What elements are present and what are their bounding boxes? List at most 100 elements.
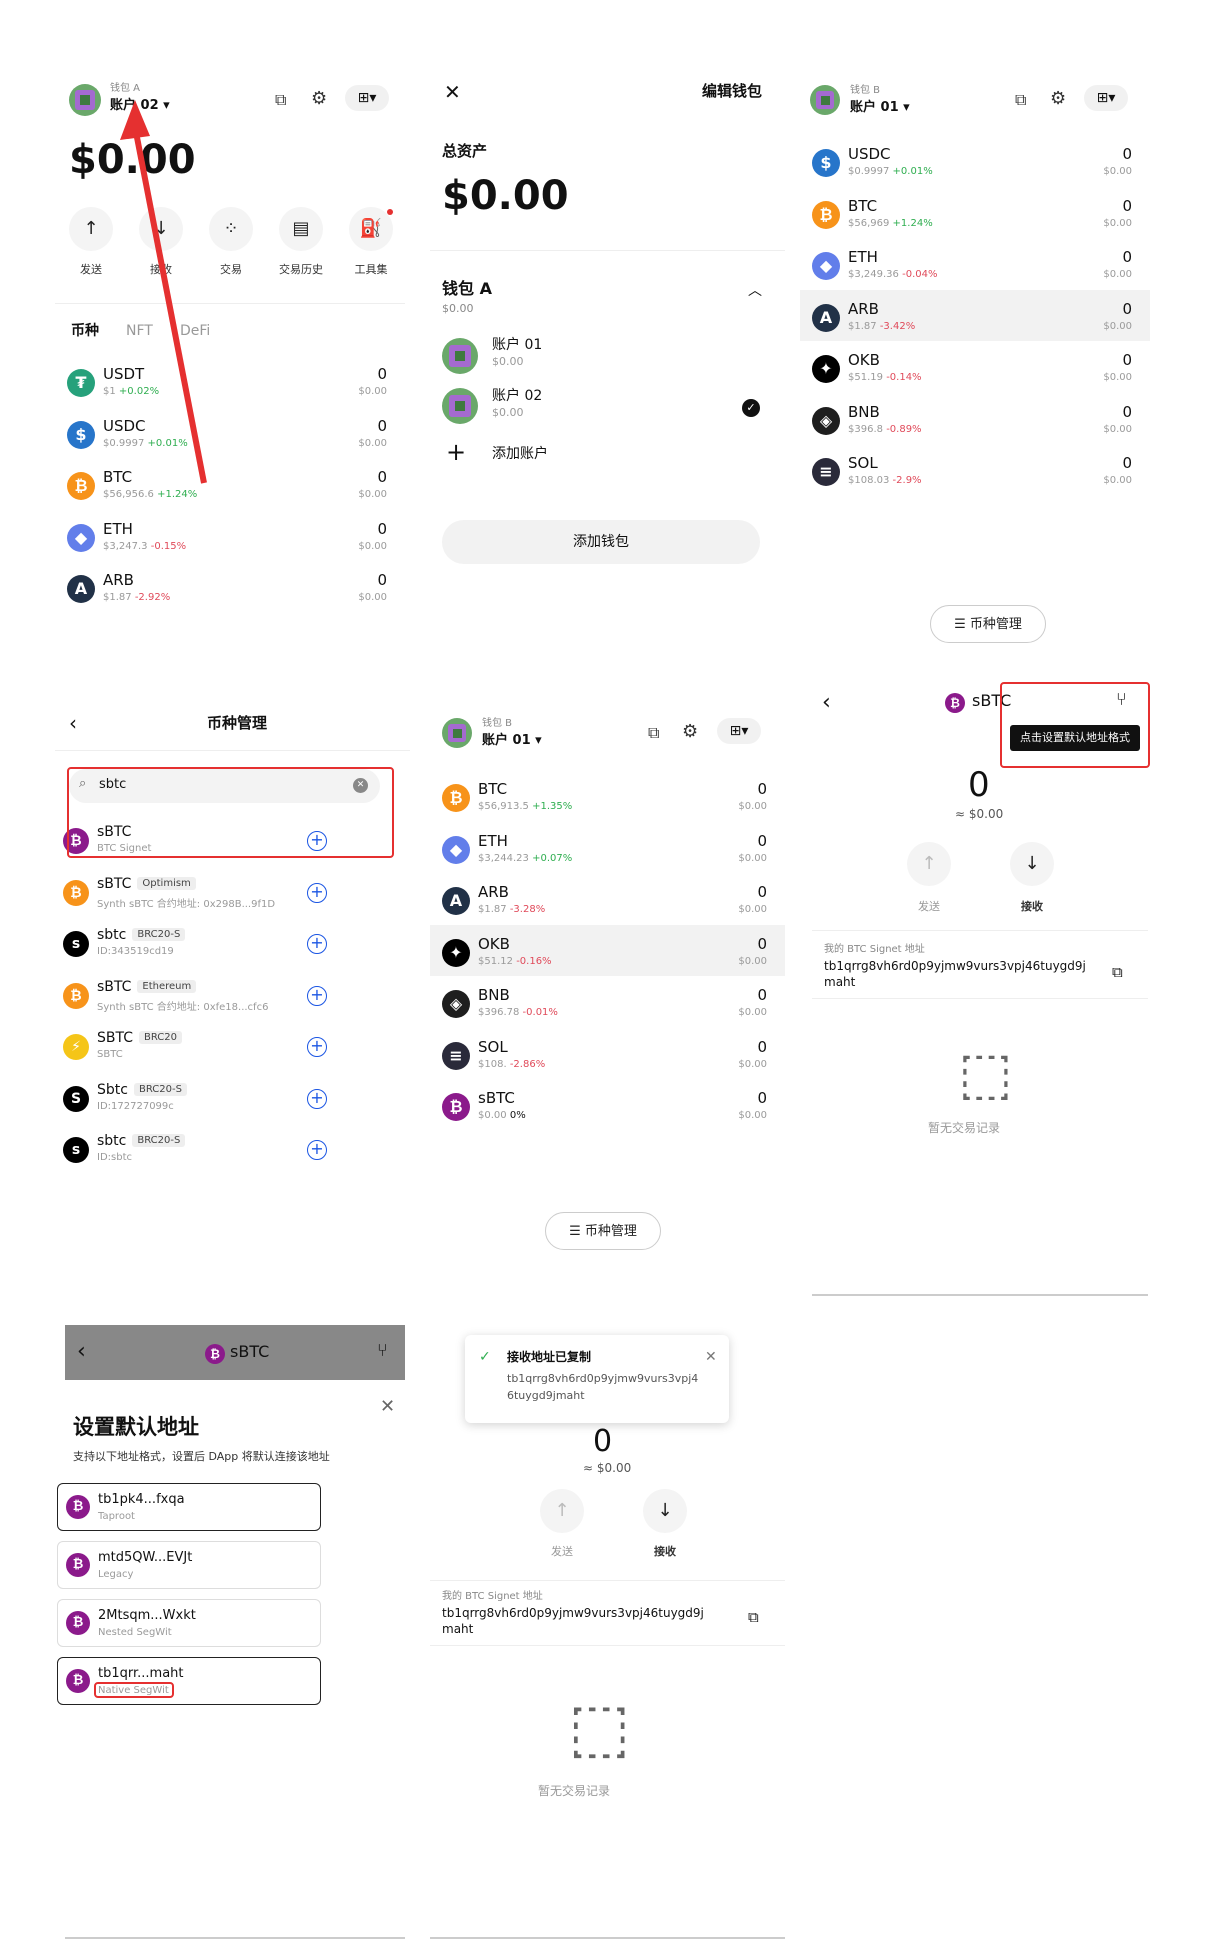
receive-button[interactable]: ↓	[643, 1489, 687, 1533]
total-assets-label: 总资产	[442, 142, 488, 160]
coin-row[interactable]: ◆ ETH $3,249.36 -0.04% 0 $0.00	[800, 238, 1150, 290]
coin-row[interactable]: ≡ SOL $108.03 -2.9% 0 $0.00	[800, 444, 1150, 496]
account-selector[interactable]: 账户 01 ▾	[850, 100, 910, 116]
manage-coins-button[interactable]: ☰ 币种管理	[545, 1212, 661, 1250]
add-account-button[interactable]: 添加账户	[492, 446, 548, 462]
receive-button[interactable]: ↓	[1010, 842, 1054, 886]
add-wallet-button[interactable]: 添加钱包	[442, 520, 760, 564]
address-line-2: maht	[824, 975, 856, 989]
coin-price: $108. -2.86%	[478, 1059, 545, 1070]
search-result-item[interactable]: ₿ sBTC Optimism Synth sBTC 合约地址: 0x298B...9…	[55, 870, 410, 921]
coin-icon: s	[63, 1137, 89, 1163]
toast-address-1: tb1qrrg8vh6rd0p9yjmw9vurs3vpj4	[507, 1372, 699, 1385]
coin-price: $51.19 -0.14%	[848, 372, 922, 383]
coin-price: $1.87 -3.42%	[848, 321, 915, 332]
address-option[interactable]: ₿ 2Mtsqm...Wxkt Nested SegWit	[57, 1599, 321, 1647]
coin-row[interactable]: ✦ OKB $51.12 -0.16% 0 $0.00	[430, 924, 785, 976]
edit-wallet-button[interactable]: 编辑钱包	[702, 82, 762, 100]
coin-row[interactable]: ◈ BNB $396.8 -0.89% 0 $0.00	[800, 393, 1150, 445]
coin-amount: 0	[1122, 196, 1132, 215]
network-switch[interactable]: ⊞▾	[717, 718, 761, 744]
add-coin-button[interactable]: +	[307, 934, 327, 954]
search-result-item[interactable]: ₿ sBTC Ethereum Synth sBTC 合约地址: 0xfe18...c…	[55, 973, 410, 1024]
coin-row[interactable]: ◆ ETH $3,244.23 +0.07% 0 $0.00	[430, 822, 785, 874]
divider	[430, 1645, 785, 1646]
page-title: 币种管理	[207, 714, 268, 732]
back-icon[interactable]: ‹	[77, 1339, 86, 1364]
add-coin-button[interactable]: +	[307, 882, 327, 903]
coin-symbol: BNB	[848, 402, 880, 421]
account-selector[interactable]: 账户 01 ▾	[482, 733, 542, 749]
close-icon[interactable]: ✕	[380, 1396, 395, 1418]
coin-icon: ₿	[66, 1553, 90, 1577]
send-button[interactable]: ↑	[907, 842, 951, 886]
address-type: Legacy	[98, 1569, 134, 1580]
search-result-item[interactable]: S Sbtc BRC20-S ID:172727099c +	[55, 1076, 410, 1127]
address-options: ₿ tb1pk4...fxqa Taproot ₿ mtd5QW...EVJt Legac…	[55, 1483, 415, 1783]
plus-icon[interactable]: +	[446, 438, 466, 467]
search-result-item[interactable]: s sbtc BRC20-S ID:343519cd19 +	[55, 921, 410, 972]
back-icon[interactable]: ‹	[69, 712, 77, 735]
coin-usd: $0.00	[738, 801, 767, 812]
result-name-text: sBTC	[97, 875, 132, 892]
close-icon[interactable]: ✕	[444, 81, 461, 104]
coin-list: ₿ BTC $56,913.5 +1.35% 0 $0.00 ◆ ETH $3,244.23 …	[430, 770, 785, 1230]
price-value: $108.	[478, 1058, 507, 1070]
avatar[interactable]	[810, 85, 840, 115]
coin-amount: 0	[757, 1037, 767, 1056]
add-coin-button[interactable]: +	[307, 1088, 327, 1109]
coin-icon: ≡	[442, 1041, 470, 1070]
gear-icon[interactable]: ⚙	[1050, 88, 1066, 110]
coin-list: $ USDC $0.9997 +0.01% 0 $0.00 ₿ BTC $56,969 +1.…	[800, 135, 1150, 585]
price-change: 0%	[509, 1110, 526, 1121]
price-value: $3,249.36	[848, 269, 899, 280]
price-value: $1.87	[478, 904, 507, 915]
coin-row[interactable]: A ARB $1.87 -3.28% 0 $0.00	[430, 873, 785, 925]
address-option[interactable]: ₿ tb1pk4...fxqa Taproot	[57, 1483, 321, 1531]
coin-row[interactable]: ≡ SOL $108. -2.86% 0 $0.00	[430, 1028, 785, 1080]
divider	[812, 930, 1148, 931]
account-name[interactable]: 账户 01	[492, 337, 542, 353]
address-option[interactable]: ₿ mtd5QW...EVJt Legacy	[57, 1541, 321, 1589]
coin-amount: 0	[1122, 454, 1132, 472]
add-coin-button[interactable]: +	[307, 985, 327, 1006]
coin-row[interactable]: $ USDC $0.9997 +0.01% 0 $0.00	[800, 135, 1150, 187]
coin-row[interactable]: ₿ BTC $56,969 +1.24% 0 $0.00	[800, 187, 1150, 239]
copy-icon[interactable]: ⧉	[748, 1608, 759, 1626]
toast-close-icon[interactable]: ✕	[705, 1349, 717, 1365]
copy-icon[interactable]: ⧉	[1015, 90, 1026, 109]
coin-usd: $0.00	[1103, 475, 1132, 486]
result-name: sbtc BRC20-S	[97, 1133, 186, 1149]
manage-coins-button[interactable]: ☰ 币种管理	[930, 605, 1046, 643]
coin-symbol: sBTC	[478, 1089, 515, 1107]
gear-icon[interactable]: ⚙	[682, 721, 698, 743]
add-coin-button[interactable]: +	[307, 1140, 327, 1160]
copy-icon[interactable]: ⧉	[648, 723, 659, 742]
network-switch[interactable]: ⊞▾	[1084, 85, 1128, 111]
divider	[812, 998, 1148, 999]
result-subtitle: ID:343519cd19	[97, 946, 174, 957]
wallet-name[interactable]: 钱包 A	[442, 279, 492, 298]
coin-row[interactable]: ◈ BNB $396.78 -0.01% 0 $0.00	[430, 976, 785, 1028]
address-option[interactable]: ₿ tb1qrr...maht Native SegWit	[57, 1657, 321, 1705]
coin-icon: ₿	[63, 982, 89, 1009]
send-button[interactable]: ↑	[540, 1489, 584, 1533]
address-format-icon[interactable]: ⑂	[377, 1340, 388, 1362]
search-result-item[interactable]: ⚡ SBTC BRC20 SBTC +	[55, 1024, 410, 1075]
address-text: tb1qrr...maht	[98, 1666, 184, 1681]
search-result-item[interactable]: s sbtc BRC20-S ID:sbtc +	[55, 1127, 410, 1178]
add-coin-button[interactable]: +	[307, 1037, 327, 1057]
account-name[interactable]: 账户 02	[492, 388, 542, 404]
copy-icon[interactable]: ⧉	[1112, 963, 1123, 981]
coin-row[interactable]: ₿ sBTC $0.00 0% 0 $0.00	[430, 1079, 785, 1131]
coin-row[interactable]: A ARB $1.87 -3.42% 0 $0.00	[800, 289, 1150, 341]
result-name-text: sBTC	[97, 978, 132, 995]
coin-usd: $0.00	[738, 852, 767, 864]
back-icon[interactable]: ‹	[822, 690, 831, 715]
chevron-up-icon[interactable]: ︿	[748, 283, 762, 299]
coin-row[interactable]: ✦ OKB $51.19 -0.14% 0 $0.00	[800, 341, 1150, 393]
coin-row[interactable]: ₿ BTC $56,913.5 +1.35% 0 $0.00	[430, 770, 785, 822]
avatar[interactable]	[442, 718, 472, 748]
price-value: $3,244.23	[478, 852, 529, 864]
price-change: -0.01%	[522, 1007, 558, 1018]
